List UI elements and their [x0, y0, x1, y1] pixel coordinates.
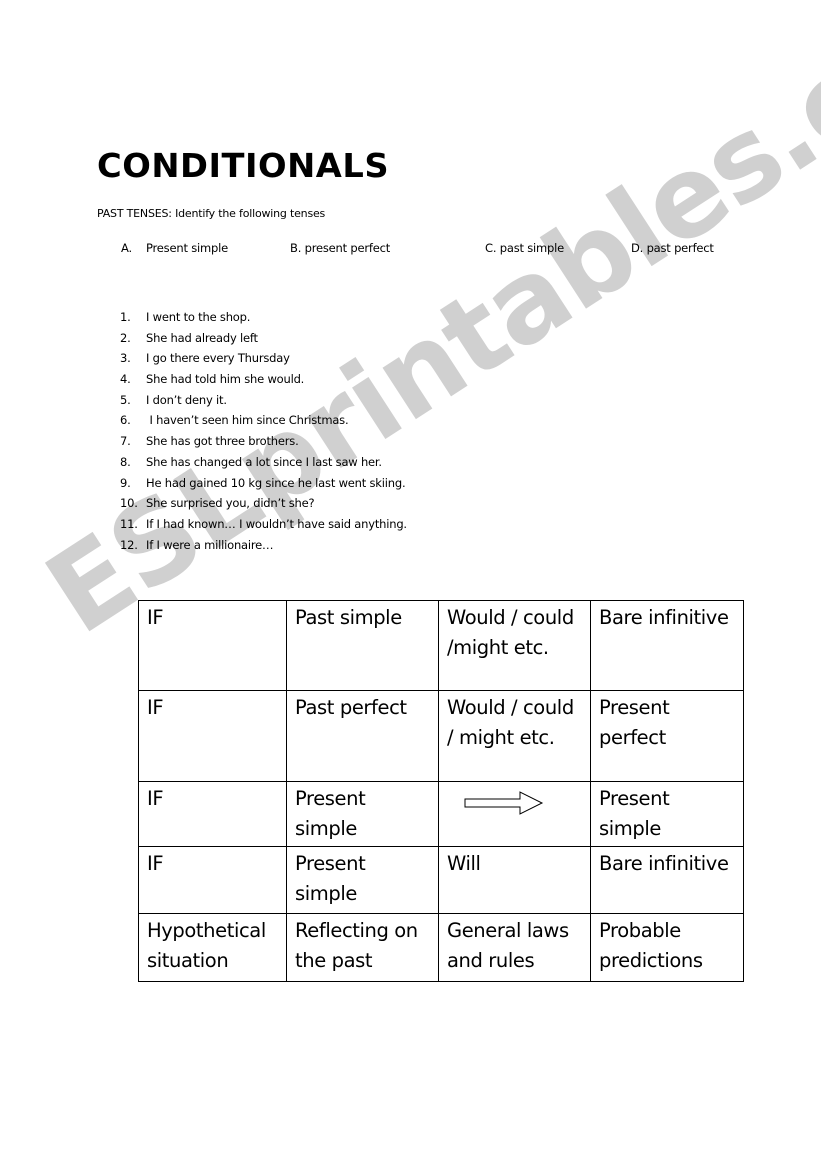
item-number: 3. — [120, 351, 131, 366]
table-cell: Would / could / might etc. — [438, 690, 591, 782]
item-text: She has changed a lot since I last saw h… — [146, 454, 382, 469]
item-number: 5. — [120, 392, 131, 407]
table-cell: Bare infinitive — [590, 846, 744, 914]
option-letter: A. — [121, 241, 132, 255]
table-cell: Probable predictions — [590, 913, 744, 982]
item-number: 9. — [120, 475, 131, 490]
page-title: CONDITIONALS — [97, 146, 390, 185]
option-d: D. past perfect — [631, 241, 714, 255]
table-cell: General laws and rules — [438, 913, 591, 982]
table-cell: IF — [138, 690, 287, 782]
item-number: 4. — [120, 372, 131, 387]
option-a: A. Present simple — [121, 241, 228, 255]
item-number: 8. — [120, 454, 131, 469]
table-row: Hypothetical situation Reflecting on the… — [138, 913, 744, 982]
item-number: 6. — [120, 413, 131, 428]
item-text: If I were a millionaire… — [146, 537, 274, 552]
item-text: She surprised you, didn’t she? — [146, 496, 315, 511]
list-item: 4. She had told him she would. — [120, 372, 407, 393]
table-row: IF Present simple Will Bare infinitive — [138, 846, 744, 914]
table-cell: Past perfect — [286, 690, 439, 782]
list-item: 6. I haven’t seen him since Christmas. — [120, 413, 407, 434]
sentence-list: 1. I went to the shop. 2. She had already … — [120, 310, 407, 558]
option-label: B. present perfect — [290, 241, 391, 255]
right-arrow-icon — [447, 784, 582, 825]
item-number: 11. — [120, 516, 138, 531]
table-cell: Hypothetical situation — [138, 913, 287, 982]
item-text: He had gained 10 kg since he last went s… — [146, 475, 406, 490]
table-cell: Past simple — [286, 600, 439, 691]
option-label: Present simple — [146, 241, 228, 255]
item-number: 2. — [120, 330, 131, 345]
item-number: 10. — [120, 496, 138, 511]
option-c: C. past simple — [485, 241, 564, 255]
table-row: IF Past perfect Would / could / might et… — [138, 690, 744, 782]
table-cell: IF — [138, 600, 287, 691]
list-item: 12. If I were a millionaire… — [120, 538, 407, 559]
item-text: I don’t deny it. — [146, 392, 227, 407]
list-item: 1. I went to the shop. — [120, 310, 407, 331]
list-item: 2. She had already left — [120, 331, 407, 352]
table-cell: Present simple — [286, 781, 439, 847]
conditionals-table: IF Past simple Would / could /might etc.… — [138, 600, 744, 982]
item-text: I went to the shop. — [146, 310, 251, 324]
table-cell: Reflecting on the past — [286, 913, 439, 982]
table-cell: Would / could /might etc. — [438, 600, 591, 691]
option-label: C. past simple — [485, 241, 565, 255]
table-cell: Present simple — [286, 846, 439, 914]
item-number: 1. — [120, 310, 131, 324]
item-text: I go there every Thursday — [146, 351, 290, 366]
option-label: D. past perfect — [631, 241, 714, 255]
item-text: She has got three brothers. — [146, 434, 299, 449]
table-row: IF Past simple Would / could /might etc.… — [138, 600, 744, 691]
table-cell: Bare infinitive — [590, 600, 744, 691]
item-text: She had already left — [146, 330, 258, 345]
table-cell-arrow — [438, 781, 591, 847]
instruction: PAST TENSES: Identify the following tens… — [97, 207, 326, 220]
table-cell: Will — [438, 846, 591, 914]
list-item: 9. He had gained 10 kg since he last went… — [120, 476, 407, 497]
item-text: I haven’t seen him since Christmas. — [146, 413, 349, 428]
table-cell: IF — [138, 781, 287, 847]
option-b: B. present perfect — [290, 241, 390, 255]
list-item: 10. She surprised you, didn’t she? — [120, 496, 407, 517]
item-text: If I had known… I wouldn’t have said any… — [146, 516, 407, 531]
table-cell: IF — [138, 846, 287, 914]
table-cell: Present simple — [590, 781, 744, 847]
item-text: She had told him she would. — [146, 372, 305, 387]
list-item: 5. I don’t deny it. — [120, 393, 407, 414]
list-item: 8. She has changed a lot since I last saw… — [120, 455, 407, 476]
item-number: 12. — [120, 537, 138, 552]
item-number: 7. — [120, 434, 131, 449]
table-row: IF Present simple Present simple — [138, 781, 744, 847]
list-item: 3. I go there every Thursday — [120, 351, 407, 372]
list-item: 11. If I had known… I wouldn’t have said … — [120, 517, 407, 538]
table-cell: Present perfect — [590, 690, 744, 782]
list-item: 7. She has got three brothers. — [120, 434, 407, 455]
